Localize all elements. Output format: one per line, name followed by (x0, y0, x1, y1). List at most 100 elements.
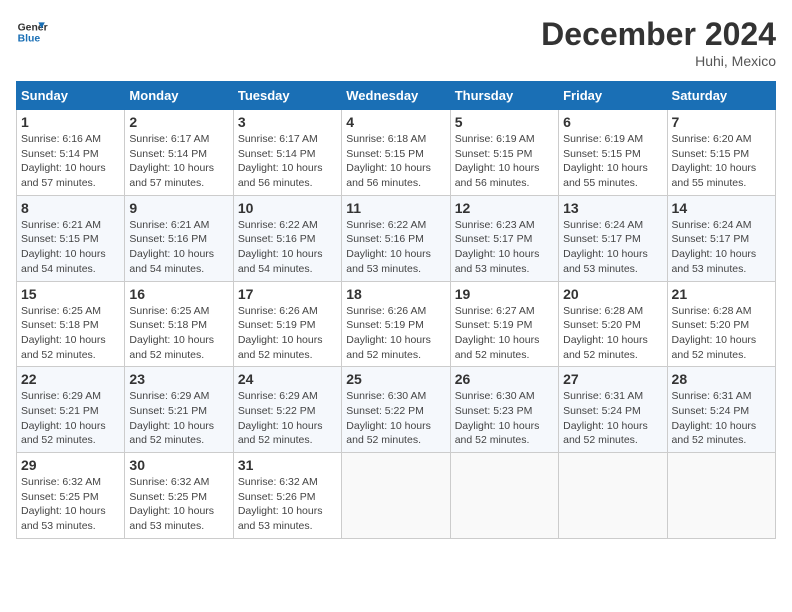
day-number: 13 (563, 200, 662, 216)
table-row: 24 Sunrise: 6:29 AM Sunset: 5:22 PM Dayli… (233, 367, 341, 453)
day-number: 29 (21, 457, 120, 473)
day-number: 8 (21, 200, 120, 216)
calendar-week-row: 22 Sunrise: 6:29 AM Sunset: 5:21 PM Dayli… (17, 367, 776, 453)
col-monday: Monday (125, 82, 233, 110)
day-number: 9 (129, 200, 228, 216)
table-row: 2Sunrise: 6:17 AM Sunset: 5:14 PM Daylig… (125, 110, 233, 196)
col-wednesday: Wednesday (342, 82, 450, 110)
day-info: Sunrise: 6:23 AM Sunset: 5:17 PM Dayligh… (455, 218, 554, 277)
day-info: Sunrise: 6:24 AM Sunset: 5:17 PM Dayligh… (672, 218, 771, 277)
day-info: Sunrise: 6:31 AM Sunset: 5:24 PM Dayligh… (672, 389, 771, 448)
day-number: 6 (563, 114, 662, 130)
svg-text:Blue: Blue (18, 34, 41, 45)
table-row: 4Sunrise: 6:18 AM Sunset: 5:15 PM Daylig… (342, 110, 450, 196)
table-row: 27 Sunrise: 6:31 AM Sunset: 5:24 PM Dayli… (559, 367, 667, 453)
day-number: 21 (672, 286, 771, 302)
table-row: 28 Sunrise: 6:31 AM Sunset: 5:24 PM Dayli… (667, 367, 775, 453)
table-row: 20 Sunrise: 6:28 AM Sunset: 5:20 PM Dayli… (559, 281, 667, 367)
day-number: 22 (21, 371, 120, 387)
table-row: 22 Sunrise: 6:29 AM Sunset: 5:21 PM Dayli… (17, 367, 125, 453)
day-info: Sunrise: 6:32 AM Sunset: 5:26 PM Dayligh… (238, 475, 337, 534)
table-row: 16 Sunrise: 6:25 AM Sunset: 5:18 PM Dayli… (125, 281, 233, 367)
day-info: Sunrise: 6:24 AM Sunset: 5:17 PM Dayligh… (563, 218, 662, 277)
day-number: 20 (563, 286, 662, 302)
day-info: Sunrise: 6:21 AM Sunset: 5:15 PM Dayligh… (21, 218, 120, 277)
day-number: 1 (21, 114, 120, 130)
day-number: 10 (238, 200, 337, 216)
table-row: 1 Sunrise: 6:16 AM Sunset: 5:14 PM Daylig… (17, 110, 125, 196)
day-number: 16 (129, 286, 228, 302)
day-info: Sunrise: 6:26 AM Sunset: 5:19 PM Dayligh… (238, 304, 337, 363)
table-row (450, 453, 558, 539)
table-row: 15Sunrise: 6:25 AM Sunset: 5:18 PM Dayli… (17, 281, 125, 367)
day-info: Sunrise: 6:22 AM Sunset: 5:16 PM Dayligh… (346, 218, 445, 277)
day-info: Sunrise: 6:26 AM Sunset: 5:19 PM Dayligh… (346, 304, 445, 363)
day-info: Sunrise: 6:21 AM Sunset: 5:16 PM Dayligh… (129, 218, 228, 277)
calendar-week-row: 1 Sunrise: 6:16 AM Sunset: 5:14 PM Daylig… (17, 110, 776, 196)
day-number: 30 (129, 457, 228, 473)
location: Huhi, Mexico (541, 53, 776, 69)
table-row: 19Sunrise: 6:27 AM Sunset: 5:19 PM Dayli… (450, 281, 558, 367)
day-number: 3 (238, 114, 337, 130)
col-thursday: Thursday (450, 82, 558, 110)
day-number: 24 (238, 371, 337, 387)
day-info: Sunrise: 6:16 AM Sunset: 5:14 PM Dayligh… (21, 132, 120, 191)
day-info: Sunrise: 6:32 AM Sunset: 5:25 PM Dayligh… (129, 475, 228, 534)
col-friday: Friday (559, 82, 667, 110)
table-row: 14Sunrise: 6:24 AM Sunset: 5:17 PM Dayli… (667, 195, 775, 281)
logo: General Blue (16, 16, 52, 48)
day-info: Sunrise: 6:29 AM Sunset: 5:22 PM Dayligh… (238, 389, 337, 448)
table-row: 23Sunrise: 6:29 AM Sunset: 5:21 PM Dayli… (125, 367, 233, 453)
table-row: 12 Sunrise: 6:23 AM Sunset: 5:17 PM Dayli… (450, 195, 558, 281)
month-title: December 2024 (541, 16, 776, 53)
day-info: Sunrise: 6:19 AM Sunset: 5:15 PM Dayligh… (563, 132, 662, 191)
day-info: Sunrise: 6:29 AM Sunset: 5:21 PM Dayligh… (21, 389, 120, 448)
day-number: 5 (455, 114, 554, 130)
calendar-week-row: 15Sunrise: 6:25 AM Sunset: 5:18 PM Dayli… (17, 281, 776, 367)
title-area: December 2024 Huhi, Mexico (541, 16, 776, 69)
table-row: 21Sunrise: 6:28 AM Sunset: 5:20 PM Dayli… (667, 281, 775, 367)
day-info: Sunrise: 6:22 AM Sunset: 5:16 PM Dayligh… (238, 218, 337, 277)
day-info: Sunrise: 6:31 AM Sunset: 5:24 PM Dayligh… (563, 389, 662, 448)
table-row: 26 Sunrise: 6:30 AM Sunset: 5:23 PM Dayli… (450, 367, 558, 453)
table-row (342, 453, 450, 539)
page-header: General Blue December 2024 Huhi, Mexico (16, 16, 776, 69)
day-number: 26 (455, 371, 554, 387)
table-row: 10 Sunrise: 6:22 AM Sunset: 5:16 PM Dayli… (233, 195, 341, 281)
day-info: Sunrise: 6:30 AM Sunset: 5:22 PM Dayligh… (346, 389, 445, 448)
logo-icon: General Blue (16, 16, 48, 48)
day-number: 28 (672, 371, 771, 387)
day-info: Sunrise: 6:25 AM Sunset: 5:18 PM Dayligh… (21, 304, 120, 363)
table-row: 30 Sunrise: 6:32 AM Sunset: 5:25 PM Dayli… (125, 453, 233, 539)
day-info: Sunrise: 6:17 AM Sunset: 5:14 PM Dayligh… (238, 132, 337, 191)
table-row (667, 453, 775, 539)
table-row: 6 Sunrise: 6:19 AM Sunset: 5:15 PM Daylig… (559, 110, 667, 196)
day-info: Sunrise: 6:19 AM Sunset: 5:15 PM Dayligh… (455, 132, 554, 191)
calendar-week-row: 29 Sunrise: 6:32 AM Sunset: 5:25 PM Dayli… (17, 453, 776, 539)
day-info: Sunrise: 6:28 AM Sunset: 5:20 PM Dayligh… (563, 304, 662, 363)
day-number: 7 (672, 114, 771, 130)
day-info: Sunrise: 6:17 AM Sunset: 5:14 PM Dayligh… (129, 132, 228, 191)
day-info: Sunrise: 6:20 AM Sunset: 5:15 PM Dayligh… (672, 132, 771, 191)
day-number: 31 (238, 457, 337, 473)
calendar-header-row: Sunday Monday Tuesday Wednesday Thursday… (17, 82, 776, 110)
table-row: 7 Sunrise: 6:20 AM Sunset: 5:15 PM Daylig… (667, 110, 775, 196)
day-number: 23 (129, 371, 228, 387)
day-info: Sunrise: 6:25 AM Sunset: 5:18 PM Dayligh… (129, 304, 228, 363)
day-number: 11 (346, 200, 445, 216)
table-row (559, 453, 667, 539)
day-number: 27 (563, 371, 662, 387)
table-row: 3 Sunrise: 6:17 AM Sunset: 5:14 PM Daylig… (233, 110, 341, 196)
table-row: 5 Sunrise: 6:19 AM Sunset: 5:15 PM Daylig… (450, 110, 558, 196)
day-number: 25 (346, 371, 445, 387)
day-number: 17 (238, 286, 337, 302)
day-number: 18 (346, 286, 445, 302)
col-sunday: Sunday (17, 82, 125, 110)
day-number: 19 (455, 286, 554, 302)
day-info: Sunrise: 6:30 AM Sunset: 5:23 PM Dayligh… (455, 389, 554, 448)
table-row: 8 Sunrise: 6:21 AM Sunset: 5:15 PM Daylig… (17, 195, 125, 281)
table-row: 29Sunrise: 6:32 AM Sunset: 5:25 PM Dayli… (17, 453, 125, 539)
day-number: 12 (455, 200, 554, 216)
calendar-week-row: 8 Sunrise: 6:21 AM Sunset: 5:15 PM Daylig… (17, 195, 776, 281)
day-info: Sunrise: 6:18 AM Sunset: 5:15 PM Dayligh… (346, 132, 445, 191)
